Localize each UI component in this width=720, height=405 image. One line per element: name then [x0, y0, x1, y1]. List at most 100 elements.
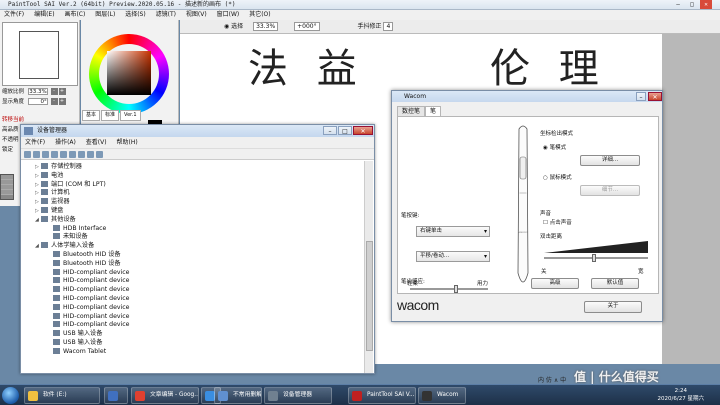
click-sound-checkbox[interactable]: ☐ 点击声音	[543, 218, 572, 226]
back-icon[interactable]	[24, 151, 31, 158]
device-tree-item[interactable]: Wacom Tablet	[47, 347, 106, 356]
pen-mode-radio[interactable]: ◉ 笔模式	[543, 143, 566, 151]
taskbar-item[interactable]: 设备管理器	[264, 387, 332, 404]
taskbar-item[interactable]: 软件 (E:)	[24, 387, 100, 404]
menu-layer[interactable]: 图层(L)	[91, 10, 119, 20]
taskbar-item[interactable]: 不常用删解	[214, 387, 262, 404]
keypad-icon[interactable]	[0, 174, 14, 200]
select-checkbox-icon[interactable]: ◉	[224, 23, 229, 30]
navigator-preview[interactable]	[2, 22, 78, 86]
device-tree-item[interactable]: HID-compliant device	[47, 312, 130, 321]
properties-icon[interactable]	[42, 151, 49, 158]
color-tab-ver1[interactable]: Ver.1	[120, 110, 141, 121]
device-tree-item[interactable]: ▷ 计算机	[35, 188, 70, 197]
help-icon[interactable]	[51, 151, 58, 158]
tab-pen[interactable]: 笔	[425, 106, 442, 116]
double-click-knob[interactable]	[592, 254, 596, 262]
default-button[interactable]: 默认值	[591, 278, 639, 289]
zoom-value[interactable]: 33.3%	[27, 88, 48, 95]
start-button[interactable]	[2, 387, 19, 404]
taskbar-item[interactable]	[104, 387, 128, 404]
device-tree-item[interactable]: ◢ 其他设备	[35, 215, 76, 224]
zoom-minus-button[interactable]: -	[50, 88, 58, 95]
device-tree-item[interactable]: HID-compliant device	[47, 285, 130, 294]
stabilizer-value[interactable]: 4	[383, 22, 394, 31]
about-button[interactable]: 关于	[584, 301, 642, 313]
lower-button-dropdown[interactable]: 平移/卷动...	[416, 251, 490, 262]
close-icon[interactable]: ✕	[700, 0, 712, 9]
menu-edit[interactable]: 编辑(E)	[30, 10, 58, 20]
refresh-icon[interactable]	[60, 151, 67, 158]
advanced-button[interactable]: 高级	[531, 278, 579, 289]
maximize-icon[interactable]: □	[686, 0, 698, 9]
taskbar-item[interactable]: 文章编辑 - Goog...	[131, 387, 199, 404]
color-tab-basic[interactable]: 基本	[82, 110, 101, 121]
wacom-minimize-button[interactable]: –	[636, 92, 646, 101]
device-tree-item[interactable]: Bluetooth HID 设备	[47, 259, 121, 268]
pressure-knob[interactable]	[454, 285, 458, 293]
device-tree-item[interactable]: ▷ 监视器	[35, 197, 70, 206]
menu-select[interactable]: 选择(S)	[121, 10, 150, 20]
device-tree-item[interactable]: USB 输入设备	[47, 329, 102, 338]
dm-menu-view[interactable]: 查看(V)	[82, 137, 111, 149]
device-tree-item[interactable]: HID-compliant device	[47, 303, 130, 312]
uninstall-device-icon[interactable]	[96, 151, 103, 158]
device-tree-item[interactable]: ◢ 人体学输入设备	[35, 241, 94, 250]
taskbar-item-label: 文章编辑 - Goog...	[150, 392, 199, 398]
toolbar-angle-value[interactable]: +000°	[294, 22, 320, 31]
device-tree-item[interactable]: HID-compliant device	[47, 276, 130, 285]
zoom-row: 缩放比例 33.3% - +	[2, 88, 66, 95]
device-tree-item[interactable]: 未知设备	[47, 232, 88, 241]
taskbar-item-label: PaintTool SAI V...	[367, 392, 415, 398]
angle-minus-button[interactable]: -	[50, 98, 58, 105]
taskbar-item[interactable]: PaintTool SAI V...	[348, 387, 416, 404]
device-tree-item[interactable]: USB 输入设备	[47, 338, 102, 347]
sai-window-title: PaintTool SAI Ver.2 (64bit) Preview.2020…	[8, 1, 236, 8]
dm-scroll-thumb[interactable]	[366, 241, 373, 351]
color-tab-standard[interactable]: 标准	[101, 110, 120, 121]
mouse-mode-radio[interactable]: ○ 鼠标模式	[543, 173, 572, 181]
color-square[interactable]	[107, 51, 151, 95]
update-driver-icon[interactable]	[78, 151, 85, 158]
device-tree-item[interactable]: HID-compliant device	[47, 320, 130, 329]
menu-canvas[interactable]: 画布(C)	[60, 10, 89, 20]
device-tree-item[interactable]: ▷ 电池	[35, 171, 63, 180]
pen-illustration: wacom	[517, 125, 529, 283]
dm-maximize-button[interactable]: □	[338, 126, 352, 135]
mouse-detail-button[interactable]: 细节...	[580, 185, 640, 196]
clock[interactable]: 2:24 2020/6/27 星期六	[658, 387, 704, 403]
disable-device-icon[interactable]	[87, 151, 94, 158]
device-tree-item[interactable]: HID-compliant device	[47, 294, 130, 303]
dm-menu-help[interactable]: 帮助(H)	[113, 137, 142, 149]
forward-icon[interactable]	[33, 151, 40, 158]
minimize-icon[interactable]: –	[672, 0, 684, 9]
device-tree-item[interactable]: HID-compliant device	[47, 268, 130, 277]
dm-menu-action[interactable]: 操作(A)	[51, 137, 80, 149]
wacom-close-button[interactable]: ✕	[648, 92, 662, 101]
tab-stylus[interactable]: 数控笔	[397, 106, 426, 116]
menu-window[interactable]: 窗口(W)	[213, 10, 244, 20]
device-tree-item[interactable]: ▷ 键盘	[35, 206, 63, 215]
dm-menu-file[interactable]: 文件(F)	[21, 137, 49, 149]
dm-scrollbar[interactable]	[364, 161, 373, 373]
toolbar-zoom-value[interactable]: 33.3%	[253, 22, 279, 31]
device-tree-item[interactable]: Bluetooth HID 设备	[47, 250, 121, 259]
angle-plus-button[interactable]: +	[58, 98, 66, 105]
device-tree-item[interactable]: ▷ 存储控制器	[35, 162, 82, 171]
menu-view[interactable]: 视图(V)	[182, 10, 211, 20]
device-tree-item[interactable]: ▷ 端口 (COM 和 LPT)	[35, 180, 106, 189]
menu-other[interactable]: 其它(O)	[245, 10, 274, 20]
device-tree-item[interactable]: HDB Interface	[47, 224, 106, 233]
pressure-slider[interactable]	[410, 285, 488, 293]
taskbar-item[interactable]: Wacom	[418, 387, 466, 404]
zoom-plus-button[interactable]: +	[58, 88, 66, 95]
dm-close-button[interactable]: ✕	[353, 126, 373, 135]
angle-value[interactable]: 0°	[27, 98, 48, 105]
menu-filter[interactable]: 滤镜(T)	[152, 10, 180, 20]
dm-minimize-button[interactable]: –	[323, 126, 337, 135]
double-click-slider[interactable]	[544, 254, 648, 262]
pen-detail-button[interactable]: 详细...	[580, 155, 640, 166]
menu-file[interactable]: 文件(F)	[0, 10, 28, 20]
scan-hardware-icon[interactable]	[69, 151, 76, 158]
upper-button-dropdown[interactable]: 右键单击	[416, 226, 490, 237]
